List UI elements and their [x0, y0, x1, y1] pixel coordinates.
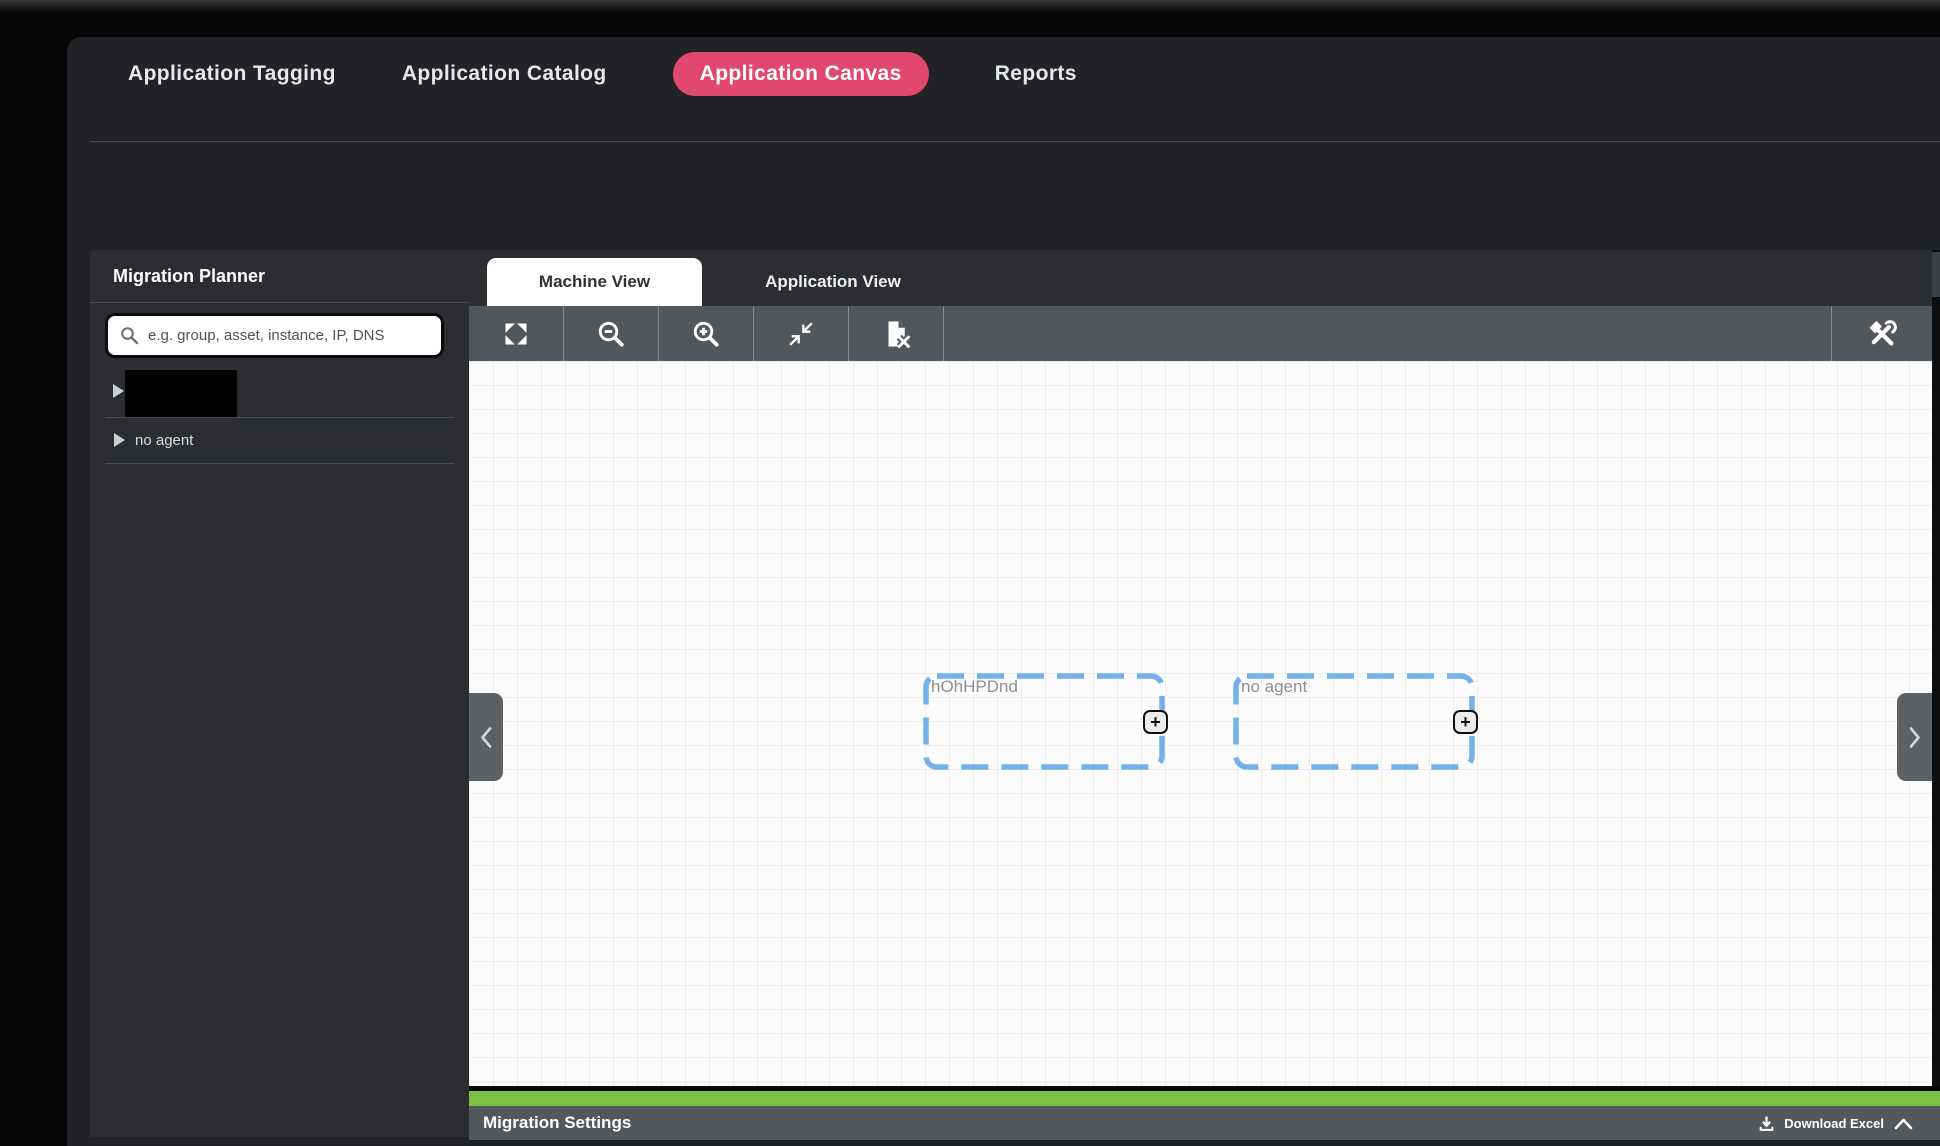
nav-tab-application-tagging[interactable]: Application Tagging — [128, 52, 336, 96]
add-to-group-button[interactable]: + — [1143, 710, 1168, 734]
toolbar-spacer — [944, 306, 1831, 361]
window-top-strip — [0, 0, 1940, 13]
chevron-right-icon — [1906, 724, 1923, 751]
sidebar-migration-planner: Migration Planner no agent — [90, 250, 469, 1137]
group-label: hOhHPDnd — [931, 677, 1018, 697]
chevron-left-icon — [478, 724, 495, 751]
header-nav: Application Tagging Application Catalog … — [128, 52, 1077, 96]
vertical-scrollbar[interactable] — [1932, 250, 1940, 1146]
expand-caret-icon[interactable] — [113, 384, 124, 398]
view-tab-bar: Machine View Application View — [469, 250, 1940, 306]
fit-view-button[interactable] — [469, 306, 564, 361]
search-icon — [120, 326, 139, 345]
search-input[interactable] — [148, 327, 418, 344]
zoom-in-button[interactable] — [659, 306, 754, 361]
remove-file-button[interactable] — [849, 306, 944, 361]
tab-machine-view[interactable]: Machine View — [487, 258, 702, 306]
nav-tab-reports[interactable]: Reports — [995, 52, 1077, 96]
group-label: no agent — [1241, 677, 1307, 697]
migration-settings-title: Migration Settings — [483, 1113, 631, 1133]
tree-item-label-redacted — [125, 370, 237, 417]
nav-tab-application-catalog[interactable]: Application Catalog — [402, 52, 607, 96]
nav-tab-application-canvas[interactable]: Application Canvas — [673, 52, 929, 96]
add-to-group-button[interactable]: + — [1453, 710, 1478, 734]
canvas-group-hohhpdnd[interactable]: hOhHPDnd + — [923, 673, 1165, 770]
tree-item-label: no agent — [135, 432, 193, 449]
tools-button[interactable] — [1831, 306, 1932, 361]
migration-settings-bar[interactable]: Migration Settings Download Excel — [469, 1106, 1940, 1140]
sidebar-title: Migration Planner — [113, 266, 265, 287]
machine-view-canvas[interactable]: hOhHPDnd + no agent + — [469, 361, 1932, 1086]
tab-application-view[interactable]: Application View — [718, 258, 948, 306]
tree-divider — [105, 463, 454, 464]
scrollbar-thumb[interactable] — [1932, 252, 1940, 297]
fit-view-icon — [502, 320, 530, 348]
sidebar-search[interactable] — [105, 313, 444, 358]
footer-dark-strip — [469, 1140, 1940, 1146]
tree-item-group[interactable] — [90, 365, 469, 417]
sidebar-divider — [90, 302, 469, 303]
zoom-in-icon — [691, 319, 721, 349]
scroll-left-paddle[interactable] — [469, 693, 503, 781]
expand-caret-icon[interactable] — [114, 433, 125, 447]
chevron-up-icon[interactable] — [1893, 1117, 1914, 1130]
scroll-right-paddle[interactable] — [1897, 693, 1932, 781]
straighten-connection-button[interactable] — [754, 306, 849, 361]
tools-icon — [1867, 319, 1897, 349]
straighten-connection-icon — [787, 320, 815, 348]
zoom-out-icon — [596, 319, 626, 349]
canvas-group-no-agent[interactable]: no agent + — [1233, 673, 1475, 770]
header-divider — [90, 141, 1940, 142]
download-excel-label: Download Excel — [1784, 1116, 1884, 1131]
remove-file-icon — [881, 319, 911, 349]
tree-item-no-agent[interactable]: no agent — [90, 417, 469, 463]
screen: Application Tagging Application Catalog … — [0, 0, 1940, 1146]
footer-green-bar — [469, 1091, 1940, 1106]
canvas-toolbar — [469, 306, 1932, 361]
zoom-out-button[interactable] — [564, 306, 659, 361]
download-excel-button[interactable]: Download Excel — [1758, 1115, 1914, 1132]
download-icon — [1758, 1115, 1775, 1132]
